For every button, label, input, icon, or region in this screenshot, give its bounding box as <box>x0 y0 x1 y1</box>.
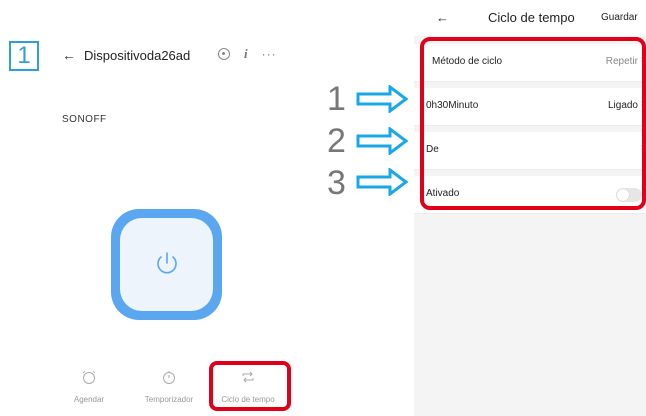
step-number-badge: 1 <box>9 41 39 71</box>
tab-label: Temporizador <box>144 395 194 404</box>
back-arrow-icon[interactable]: ← <box>436 10 449 25</box>
highlight-box-settings <box>420 37 646 210</box>
annotation-arrow-icon <box>356 127 408 155</box>
camera-icon[interactable] <box>218 48 230 60</box>
power-icon <box>157 252 177 274</box>
back-arrow-icon[interactable]: ← <box>62 47 80 63</box>
annotation-number-1: 1 <box>327 80 346 118</box>
page-title: Ciclo de tempo <box>488 10 575 25</box>
device-title: Dispositivoda26ad <box>84 47 191 63</box>
tab-temporizador[interactable]: Temporizador <box>129 370 209 404</box>
annotation-number-2: 2 <box>327 122 346 160</box>
brand-logo: SONOFF <box>62 114 107 125</box>
info-icon[interactable]: i <box>244 46 248 62</box>
annotation-arrow-icon <box>356 85 408 113</box>
tutorial-canvas: 1 ← Dispositivoda26ad i ··· SONOFF Agend… <box>0 0 646 416</box>
save-button[interactable]: Guardar <box>601 12 638 23</box>
power-button[interactable] <box>111 209 222 320</box>
header-actions: i ··· <box>218 46 277 62</box>
power-button-face[interactable] <box>120 218 213 311</box>
highlight-box-tab <box>209 361 291 411</box>
annotation-number-3: 3 <box>327 164 346 202</box>
annotation-arrow-icon <box>356 168 408 196</box>
settings-header: ← Ciclo de tempo Guardar <box>414 0 646 36</box>
more-icon[interactable]: ··· <box>262 47 277 61</box>
tab-agendar[interactable]: Agendar <box>49 370 129 404</box>
device-screen: 1 ← Dispositivoda26ad i ··· SONOFF Agend… <box>0 0 300 416</box>
alarm-clock-icon <box>82 371 96 384</box>
stopwatch-icon <box>163 371 175 384</box>
device-header: ← Dispositivoda26ad <box>62 44 190 66</box>
tab-label: Agendar <box>73 395 105 404</box>
